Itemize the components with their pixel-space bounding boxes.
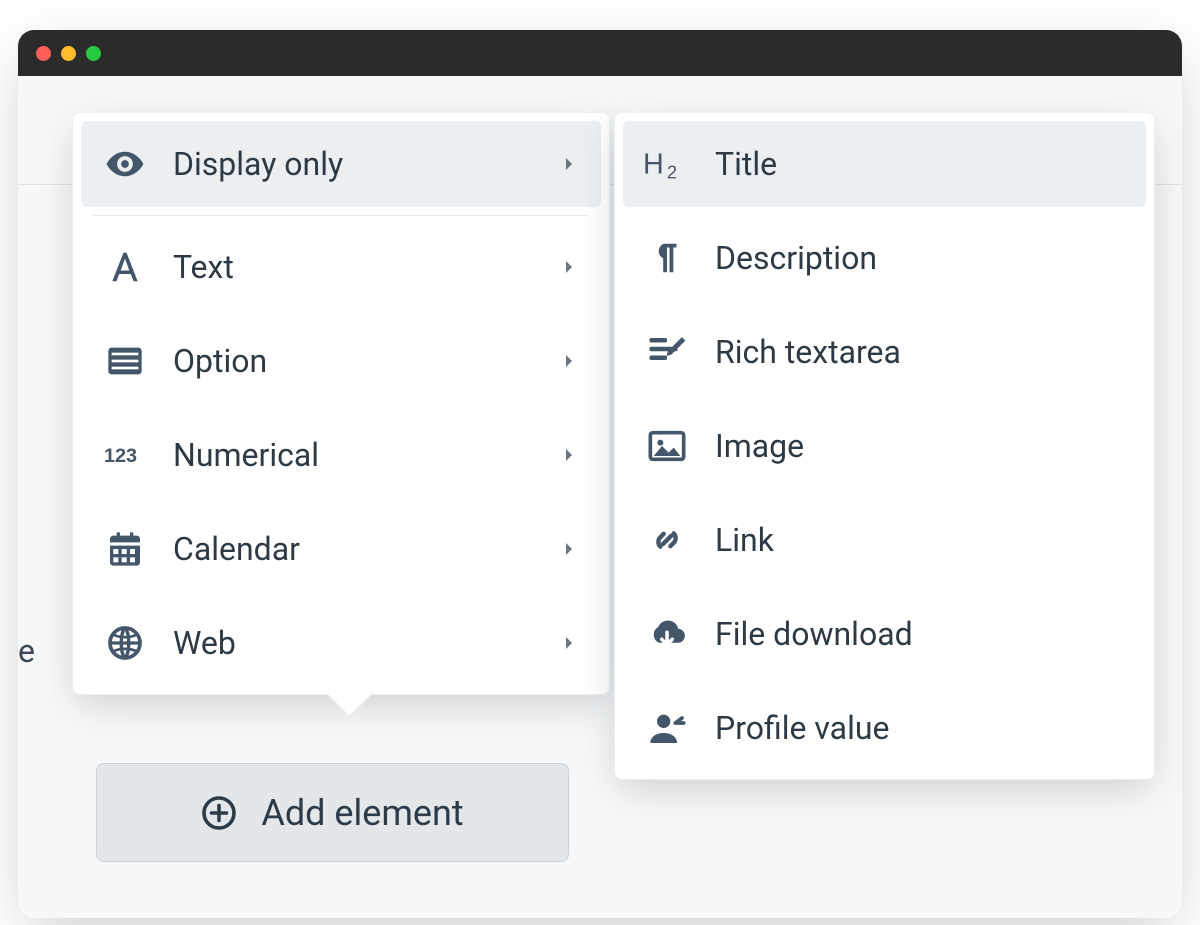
menu-item-display-only[interactable]: Display only: [81, 121, 601, 207]
chevron-right-icon: [559, 155, 579, 173]
profile-icon: [643, 708, 691, 748]
add-element-label: Add element: [261, 792, 463, 834]
chevron-right-icon: [559, 634, 579, 652]
window-titlebar: [18, 30, 1182, 76]
menu-item-option[interactable]: Option: [81, 318, 601, 404]
submenu-item-link[interactable]: Link: [623, 497, 1146, 583]
menu-item-label: Numerical: [173, 436, 559, 474]
calendar-icon: [101, 529, 149, 569]
menu-item-label: Link: [715, 521, 1124, 559]
chevron-right-icon: [559, 258, 579, 276]
submenu-item-description[interactable]: Description: [623, 215, 1146, 301]
numbers-icon: [101, 441, 149, 469]
traffic-light-close[interactable]: [36, 46, 51, 61]
traffic-light-zoom[interactable]: [86, 46, 101, 61]
menu-item-label: Description: [715, 239, 1124, 277]
eye-icon: [101, 143, 149, 185]
app-window: e Display only Text Option Numerical: [18, 30, 1182, 918]
element-category-menu: Display only Text Option Numerical: [72, 112, 610, 695]
display-only-submenu: Title Description Rich textarea Image Li…: [614, 112, 1155, 780]
menu-item-label: Title: [715, 145, 1124, 183]
heading-h2-icon: [643, 147, 691, 181]
menu-item-web[interactable]: Web: [81, 600, 601, 686]
submenu-item-image[interactable]: Image: [623, 403, 1146, 489]
background-text-fragment: e: [18, 632, 35, 670]
list-icon: [101, 341, 149, 381]
window-content: e Display only Text Option Numerical: [18, 76, 1182, 918]
image-icon: [643, 426, 691, 466]
menu-separator: [93, 215, 589, 216]
menu-item-label: Rich textarea: [715, 333, 1124, 371]
letter-a-icon: [101, 248, 149, 286]
submenu-item-profile-value[interactable]: Profile value: [623, 685, 1146, 771]
rich-text-icon: [643, 331, 691, 373]
menu-item-label: Text: [173, 248, 559, 286]
submenu-item-file-download[interactable]: File download: [623, 591, 1146, 677]
submenu-item-title[interactable]: Title: [623, 121, 1146, 207]
globe-icon: [101, 623, 149, 663]
link-icon: [643, 520, 691, 560]
menu-item-label: Profile value: [715, 709, 1124, 747]
menu-item-calendar[interactable]: Calendar: [81, 506, 601, 592]
menu-item-label: File download: [715, 615, 1124, 653]
pilcrow-icon: [643, 239, 691, 277]
plus-circle-icon: [201, 795, 237, 831]
chevron-right-icon: [559, 540, 579, 558]
chevron-right-icon: [559, 352, 579, 370]
download-cloud-icon: [643, 613, 691, 655]
menu-item-text[interactable]: Text: [81, 224, 601, 310]
menu-item-label: Image: [715, 427, 1124, 465]
add-element-button[interactable]: Add element: [96, 763, 569, 862]
submenu-item-rich-textarea[interactable]: Rich textarea: [623, 309, 1146, 395]
traffic-light-minimize[interactable]: [61, 46, 76, 61]
menu-item-label: Calendar: [173, 530, 559, 568]
menu-item-numerical[interactable]: Numerical: [81, 412, 601, 498]
menu-item-label: Option: [173, 342, 559, 380]
chevron-right-icon: [559, 446, 579, 464]
menu-item-label: Display only: [173, 145, 559, 183]
menu-item-label: Web: [173, 624, 559, 662]
